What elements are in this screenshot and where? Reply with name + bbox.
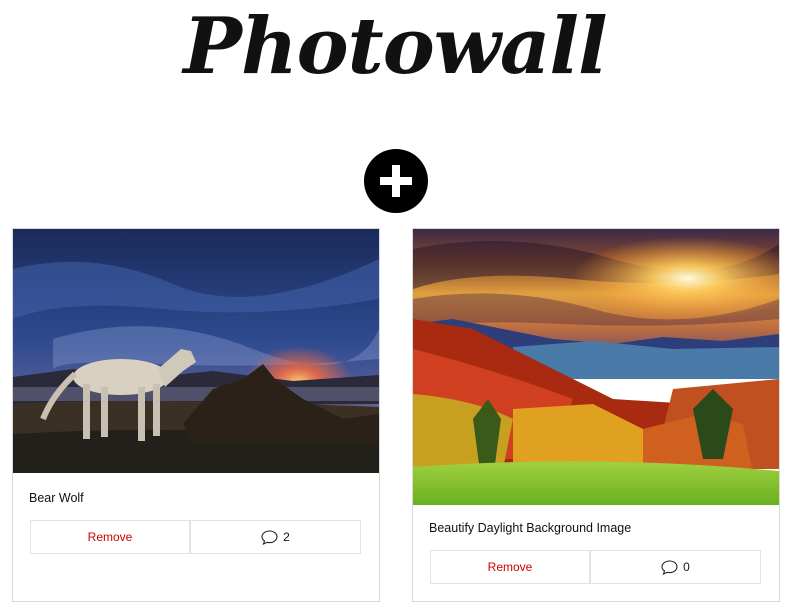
autumn-landscape-photo <box>413 229 779 505</box>
photo-actions: Remove 2 <box>30 520 361 554</box>
photo-card: Beautify Daylight Background Image Remov… <box>412 228 780 602</box>
comment-count: 2 <box>283 530 290 544</box>
comments-button[interactable]: 0 <box>590 550 761 584</box>
photo-card: Bear Wolf Remove 2 <box>12 228 380 602</box>
photo-image[interactable] <box>13 229 379 473</box>
comments-button[interactable]: 2 <box>190 520 361 554</box>
remove-button[interactable]: Remove <box>30 520 190 554</box>
wolf-photo <box>13 229 379 473</box>
photo-image[interactable] <box>413 229 779 505</box>
photo-caption: Beautify Daylight Background Image <box>429 521 632 535</box>
photo-actions: Remove 0 <box>430 550 761 584</box>
speech-bubble-icon <box>661 559 678 575</box>
page-title: Photowall <box>183 1 607 92</box>
remove-button[interactable]: Remove <box>430 550 590 584</box>
photo-caption: Bear Wolf <box>29 491 84 505</box>
photowall-page: Photowall Bear Wolf Remove 2 Beautify Da… <box>0 0 790 616</box>
plus-icon <box>380 165 412 197</box>
speech-bubble-icon <box>261 529 278 545</box>
comment-count: 0 <box>683 560 690 574</box>
add-photo-button[interactable] <box>364 149 428 213</box>
